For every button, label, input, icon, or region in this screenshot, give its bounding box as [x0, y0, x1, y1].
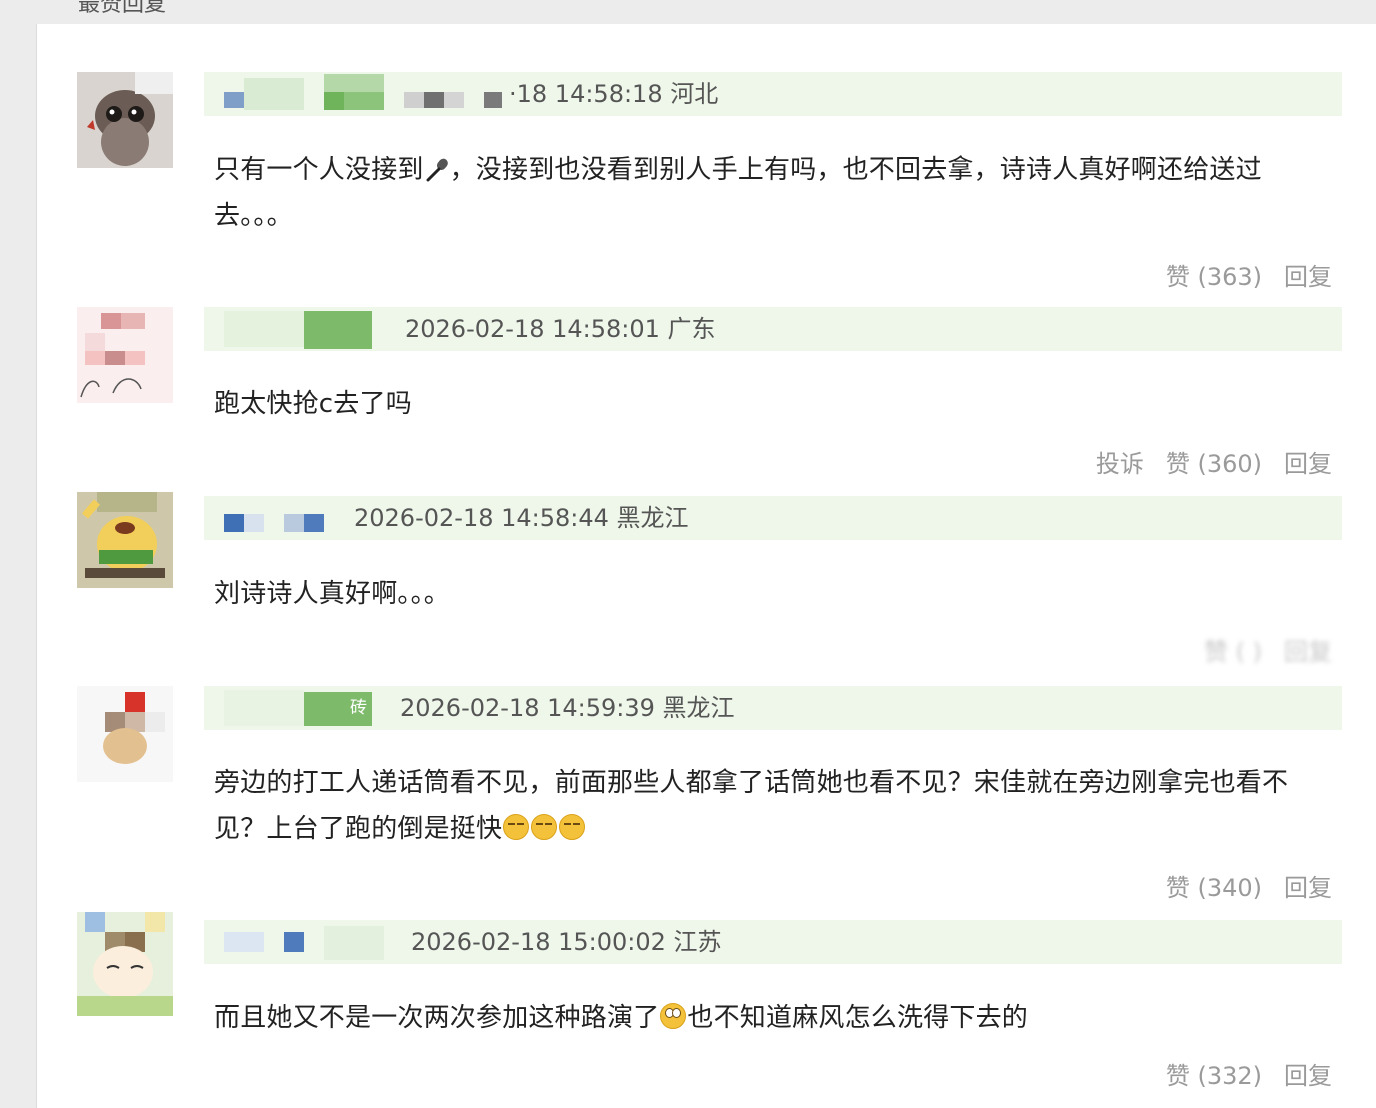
comment-meta: 砖 2026-02-18 14:59:39 黑龙江	[204, 686, 1342, 730]
comment-meta: 2026-02-18 14:58:01 广东	[204, 307, 1342, 351]
expressionless-emoji-icon	[531, 814, 558, 840]
section-title: 最赞回复	[78, 0, 167, 17]
reply-button[interactable]: 回复	[1284, 868, 1332, 903]
rolling-eyes-emoji-icon	[660, 1003, 687, 1029]
comment-timestamp: 2026-02-18 14:59:39 黑龙江	[400, 694, 735, 722]
username-mosaic[interactable]	[204, 920, 394, 964]
avatar[interactable]	[77, 912, 173, 1016]
username-mosaic[interactable]	[204, 496, 344, 540]
comment-text-part: 而且她又不是一次两次参加这种路演了	[214, 1003, 660, 1033]
avatar[interactable]	[77, 492, 173, 588]
comment-actions: 赞 (363) 回复	[1166, 257, 1332, 292]
comment-actions: 赞 (332) 回复	[1166, 1056, 1332, 1091]
expressionless-emoji-icon	[559, 814, 586, 840]
comment-timestamp: ·18 14:58:18 河北	[509, 80, 719, 108]
reply-button[interactable]: 回复	[1284, 1056, 1332, 1091]
reply-button[interactable]: 回复	[1284, 632, 1332, 667]
comment-actions: 投诉 赞 (360) 回复	[1096, 444, 1332, 479]
comment-meta: ·18 14:58:18 河北	[204, 72, 1342, 116]
comment-text-part: 也不知道麻风怎么洗得下去的	[687, 1003, 1029, 1033]
like-button[interactable]: 赞 ( )	[1204, 632, 1262, 667]
username-mosaic[interactable]	[204, 307, 384, 351]
microphone-icon	[426, 158, 448, 182]
like-button[interactable]: 赞 (363)	[1166, 257, 1262, 292]
comment-text: 刘诗诗人真好啊。。。	[214, 579, 451, 609]
comment-meta: 2026-02-18 15:00:02 江苏	[204, 920, 1342, 964]
expressionless-emoji-icon	[503, 814, 530, 840]
report-button[interactable]: 投诉	[1096, 444, 1144, 479]
comment-text: 而且她又不是一次两次参加这种路演了 也不知道麻风怎么洗得下去的	[214, 995, 1338, 1041]
username-mosaic[interactable]	[204, 72, 514, 116]
comment-timestamp: 2026-02-18 14:58:44 黑龙江	[354, 504, 689, 532]
comment-actions: 赞 ( ) 回复	[1204, 632, 1332, 667]
comment-text-part: 只有一个人没接到	[214, 155, 424, 185]
comment-timestamp: 2026-02-18 14:58:01 广东	[405, 315, 716, 343]
comment-timestamp: 2026-02-18 15:00:02 江苏	[411, 928, 722, 956]
comment-text: 旁边的打工人递话筒看不见，前面那些人都拿了话筒她也看不见？宋佳就在旁边刚拿完也看…	[214, 760, 1338, 852]
reply-button[interactable]: 回复	[1284, 444, 1332, 479]
comment-text-part: 旁边的打工人递话筒看不见，前面那些人都拿了话筒她也看不见？宋佳就在旁边刚拿完也看…	[214, 768, 1289, 844]
like-button[interactable]: 赞 (360)	[1166, 444, 1262, 479]
avatar[interactable]	[77, 686, 173, 782]
avatar[interactable]	[77, 307, 173, 403]
avatar[interactable]	[77, 72, 173, 168]
comment-meta: 2026-02-18 14:58:44 黑龙江	[204, 496, 1342, 540]
comment-actions: 赞 (340) 回复	[1166, 868, 1332, 903]
like-button[interactable]: 赞 (332)	[1166, 1056, 1262, 1091]
like-button[interactable]: 赞 (340)	[1166, 868, 1262, 903]
reply-button[interactable]: 回复	[1284, 257, 1332, 292]
comment-text: 只有一个人没接到 ，没接到也没看到别人手上有吗，也不回去拿，诗诗人真好啊还给送过去…	[214, 147, 1338, 239]
user-badge: 砖	[350, 698, 367, 718]
comment-text: 跑太快抢c去了吗	[214, 389, 412, 419]
